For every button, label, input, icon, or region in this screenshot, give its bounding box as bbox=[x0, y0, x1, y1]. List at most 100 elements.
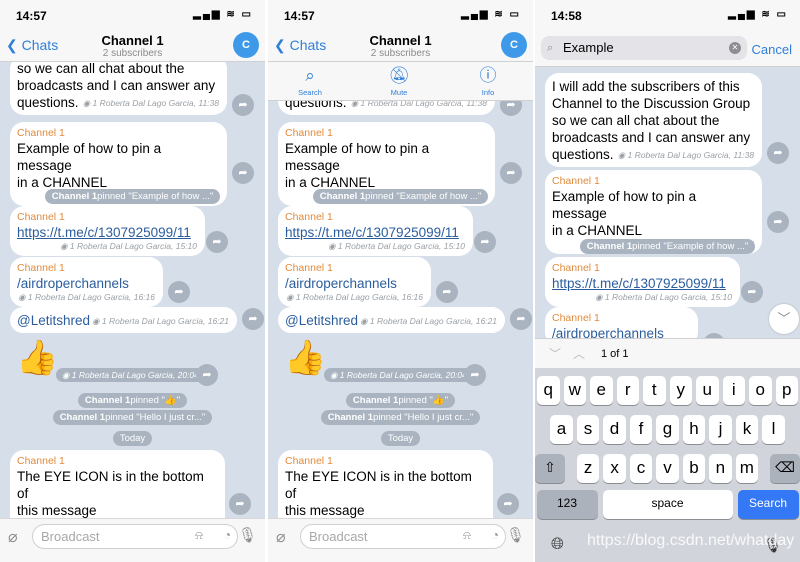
message-bubble[interactable]: @Letitshred ◉ 1 Roberta Dal Lago Garcia, … bbox=[278, 307, 505, 333]
forward-button[interactable]: ➦ bbox=[436, 281, 458, 303]
key-l[interactable]: l bbox=[762, 415, 785, 444]
menu-item-info[interactable]: ⓘ Info bbox=[458, 64, 518, 97]
message-link[interactable]: https://t.me/c/1307925099/11 bbox=[552, 275, 732, 292]
eye-icon: ◉ bbox=[286, 292, 296, 302]
forward-button[interactable]: ➦ bbox=[497, 493, 519, 515]
message-bubble[interactable]: Channel 1 https://t.me/c/1307925099/11 ◉ 1… bbox=[278, 206, 473, 256]
forward-button[interactable]: ➦ bbox=[206, 231, 228, 253]
message-bubble[interactable]: Channel 1/airdroperchannels ◉ 1 Roberta D… bbox=[278, 257, 431, 307]
key-m[interactable]: m bbox=[735, 454, 759, 483]
chat-title[interactable]: Channel 1 bbox=[0, 33, 265, 48]
sticker-icon[interactable]: ◔ bbox=[492, 528, 499, 542]
menu-item-mute[interactable]: 🔕︎ Mute bbox=[369, 64, 429, 97]
microphone-icon[interactable]: 🎙︎ bbox=[506, 526, 525, 544]
menu-item-label: Search bbox=[298, 88, 322, 97]
avatar[interactable]: C bbox=[501, 32, 527, 58]
clear-search-button[interactable]: ✕ bbox=[729, 42, 741, 54]
key-x[interactable]: x bbox=[603, 454, 626, 483]
keyboard-row: 123 space Search bbox=[535, 490, 800, 519]
menu-item-search[interactable]: ⌕ Search bbox=[280, 64, 340, 97]
message-bubble[interactable]: I will add the subscribers of this Channe… bbox=[545, 73, 762, 167]
key-d[interactable]: d bbox=[603, 415, 626, 444]
key-y[interactable]: y bbox=[669, 376, 692, 405]
attach-icon[interactable]: ⌀ bbox=[8, 527, 18, 547]
key-r[interactable]: r bbox=[616, 376, 639, 405]
key-a[interactable]: a bbox=[550, 415, 573, 444]
key-b[interactable]: b bbox=[682, 454, 706, 483]
forward-button[interactable]: ➦ bbox=[510, 308, 532, 330]
message-line[interactable]: /airdroperchannels bbox=[285, 275, 423, 292]
space-key[interactable]: space bbox=[602, 490, 733, 519]
key-p[interactable]: p bbox=[775, 376, 798, 405]
forward-button[interactable]: ➦ bbox=[500, 162, 522, 184]
shift-key[interactable]: ⇧ bbox=[535, 454, 565, 483]
search-input[interactable]: ⌕ Example ✕ bbox=[541, 36, 747, 60]
channel-panel-menu: so we can all chat about thebroadcasts a… bbox=[268, 0, 533, 562]
backspace-key[interactable]: ⌫ bbox=[770, 454, 800, 483]
forward-button[interactable]: ➦ bbox=[464, 364, 486, 386]
key-q[interactable]: q bbox=[537, 376, 560, 405]
key-s[interactable]: s bbox=[576, 415, 600, 444]
bell-icon[interactable]: ⍾ bbox=[195, 528, 203, 543]
attach-icon[interactable]: ⌀ bbox=[276, 527, 286, 547]
message-input[interactable]: Broadcast bbox=[300, 524, 506, 549]
key-j[interactable]: j bbox=[709, 415, 732, 444]
message-sender: Channel 1 bbox=[552, 262, 600, 274]
forward-button[interactable]: ➦ bbox=[229, 493, 251, 515]
bell-icon[interactable]: ⍾ bbox=[463, 528, 471, 543]
message-input[interactable]: Broadcast bbox=[32, 524, 238, 549]
message-link[interactable]: https://t.me/c/1307925099/11 bbox=[285, 224, 465, 241]
sticker-icon[interactable]: ◔ bbox=[224, 528, 231, 542]
message-bubble[interactable]: Channel 1/airdroperchannels ◉ 1 Roberta D… bbox=[10, 257, 163, 307]
forward-button[interactable]: ➦ bbox=[232, 162, 254, 184]
search-key[interactable]: Search bbox=[737, 490, 799, 519]
forward-button[interactable]: ➦ bbox=[242, 308, 264, 330]
forward-button[interactable]: ➦ bbox=[196, 364, 218, 386]
key-h[interactable]: h bbox=[682, 415, 706, 444]
message-bubble[interactable]: Channel 1 https://t.me/c/1307925099/11 ◉ 1… bbox=[10, 206, 205, 256]
microphone-icon[interactable]: 🎙︎ bbox=[238, 526, 257, 544]
search-value: Example bbox=[563, 40, 614, 55]
service-message: Channel 1 pinned "👍" bbox=[268, 390, 533, 408]
numbers-key[interactable]: 123 bbox=[536, 490, 598, 519]
message-line: broadcasts and I can answer any bbox=[17, 78, 216, 93]
forward-button[interactable]: ➦ bbox=[741, 281, 763, 303]
key-z[interactable]: z bbox=[576, 454, 600, 483]
meta-text: 1 Roberta Dal Lago Garcia, 15:10 bbox=[69, 241, 197, 251]
prev-result-button[interactable]: ︿ bbox=[573, 345, 585, 362]
forward-button[interactable]: ➦ bbox=[767, 211, 789, 233]
chat-title[interactable]: Channel 1 bbox=[268, 33, 533, 48]
key-i[interactable]: i bbox=[722, 376, 745, 405]
status-bar: 14:57 ▂▄▆ ≋ ▭ bbox=[268, 0, 533, 30]
key-t[interactable]: t bbox=[643, 376, 666, 405]
forward-button[interactable]: ➦ bbox=[474, 231, 496, 253]
cancel-button[interactable]: Cancel bbox=[752, 42, 792, 57]
key-o[interactable]: o bbox=[749, 376, 772, 405]
message-bubble[interactable]: @Letitshred ◉ 1 Roberta Dal Lago Garcia, … bbox=[10, 307, 237, 333]
key-w[interactable]: w bbox=[563, 376, 586, 405]
avatar[interactable]: C bbox=[233, 32, 259, 58]
message-line: this message bbox=[285, 503, 365, 518]
scroll-down-button[interactable]: ﹀ bbox=[769, 304, 799, 334]
message-bubble[interactable]: so we can all chat about the broadcasts a… bbox=[10, 55, 227, 115]
message-link[interactable]: https://t.me/c/1307925099/11 bbox=[17, 224, 197, 241]
key-c[interactable]: c bbox=[629, 454, 653, 483]
forward-button[interactable]: ➦ bbox=[232, 94, 254, 116]
message-meta: ◉ 1 Roberta Dal Lago Garcia, 20:04 bbox=[56, 368, 205, 382]
key-n[interactable]: n bbox=[709, 454, 732, 483]
key-k[interactable]: k bbox=[735, 415, 759, 444]
message-bubble[interactable]: Channel 1 https://t.me/c/1307925099/11 ◉ 1… bbox=[545, 257, 740, 307]
globe-icon[interactable]: 🌐︎ bbox=[551, 536, 564, 554]
eye-icon: ◉ bbox=[595, 292, 605, 302]
forward-button[interactable]: ➦ bbox=[168, 281, 190, 303]
key-u[interactable]: u bbox=[696, 376, 719, 405]
message-line[interactable]: /airdroperchannels bbox=[17, 275, 155, 292]
message-sender: Channel 1 bbox=[285, 127, 333, 139]
forward-button[interactable]: ➦ bbox=[767, 142, 789, 164]
key-f[interactable]: f bbox=[629, 415, 653, 444]
key-e[interactable]: e bbox=[590, 376, 613, 405]
key-v[interactable]: v bbox=[656, 454, 679, 483]
next-result-button[interactable]: ﹀ bbox=[549, 345, 561, 362]
message-sender: Channel 1 bbox=[285, 262, 333, 274]
key-g[interactable]: g bbox=[656, 415, 679, 444]
